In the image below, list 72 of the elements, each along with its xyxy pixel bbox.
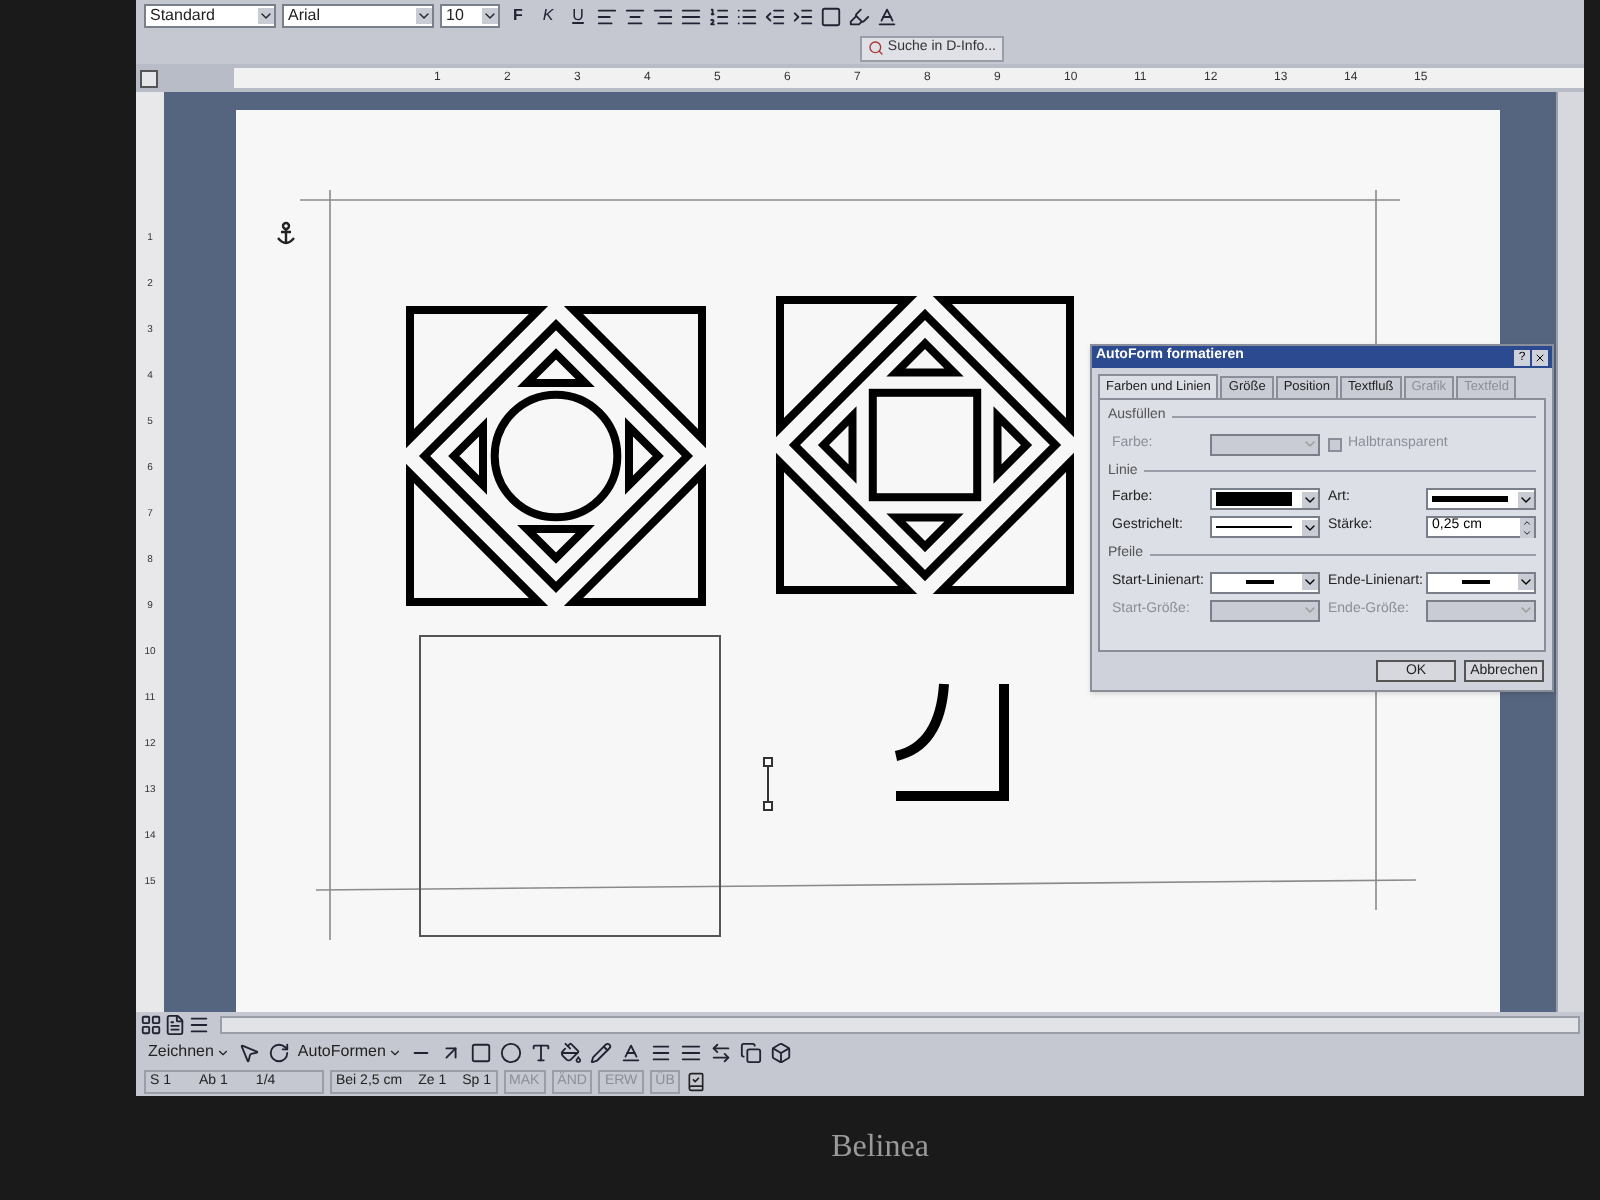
caret-icon	[482, 8, 498, 24]
dash-style-icon[interactable]	[679, 1041, 702, 1063]
size-dropdown[interactable]: 10	[440, 4, 500, 28]
format-button[interactable]: K	[536, 4, 560, 28]
dropdown[interactable]	[1426, 571, 1536, 593]
bullet-list-icon[interactable]	[736, 5, 758, 27]
format-button[interactable]: U	[566, 4, 590, 28]
close-button[interactable]	[1532, 349, 1548, 365]
horizontal-scrollbar[interactable]	[220, 1015, 1580, 1033]
three-d-icon[interactable]	[769, 1041, 792, 1063]
line-sample	[1245, 580, 1273, 584]
caret-icon	[1302, 436, 1318, 452]
shadow-icon[interactable]	[739, 1041, 762, 1063]
indent-icon[interactable]	[792, 5, 814, 27]
search-icon	[867, 40, 884, 56]
numbered-list-icon[interactable]	[708, 5, 730, 27]
caret-icon	[258, 8, 274, 24]
line-sample	[1461, 580, 1489, 584]
line-sample	[1216, 526, 1293, 528]
text-box-icon[interactable]	[529, 1041, 552, 1063]
tab-stop-icon[interactable]	[140, 69, 158, 87]
align-left-icon[interactable]	[596, 5, 618, 27]
font-dropdown[interactable]: Arial	[282, 4, 434, 28]
vertical-scrollbar[interactable]	[1556, 92, 1584, 1012]
font-color-icon[interactable]	[876, 5, 898, 27]
caret-icon	[1518, 602, 1534, 618]
caret-icon	[1518, 574, 1534, 590]
dropdown[interactable]	[1426, 488, 1536, 510]
caret-icon	[1302, 602, 1318, 618]
style-dropdown[interactable]: Standard	[144, 4, 276, 28]
outline-view-icon[interactable]	[188, 1013, 210, 1035]
rotate-icon[interactable]	[267, 1041, 290, 1063]
caret-icon	[1302, 574, 1318, 590]
color-swatch	[1216, 492, 1293, 506]
dropdown[interactable]	[1210, 488, 1320, 510]
line-style-icon[interactable]	[649, 1041, 672, 1063]
outdent-icon[interactable]	[764, 5, 786, 27]
draw-menu-button[interactable]: Zeichnen	[148, 1040, 230, 1064]
spin-down-icon[interactable]	[1520, 527, 1534, 537]
dropdown[interactable]	[1210, 571, 1320, 593]
close-icon	[1534, 351, 1546, 363]
align-center-icon[interactable]	[624, 5, 646, 27]
anchor-icon	[276, 221, 296, 246]
arrow-tool-icon[interactable]	[439, 1041, 462, 1063]
format-button[interactable]: F	[506, 4, 530, 28]
monitor-brand: Belinea	[831, 1128, 929, 1168]
caret-icon	[1302, 491, 1318, 507]
arrow-style-icon[interactable]	[709, 1041, 732, 1063]
spin-up-icon[interactable]	[1520, 517, 1534, 527]
pointer-icon[interactable]	[237, 1041, 260, 1063]
rectangle-tool-icon[interactable]	[469, 1041, 492, 1063]
ellipse-tool-icon[interactable]	[499, 1041, 522, 1063]
line-color-icon[interactable]	[589, 1041, 612, 1063]
font-color-icon[interactable]	[619, 1041, 642, 1063]
border-icon[interactable]	[820, 5, 842, 27]
normal-view-icon[interactable]	[140, 1013, 162, 1035]
highlighter-icon[interactable]	[848, 5, 870, 27]
selected-line-shape[interactable]	[763, 757, 773, 811]
line-sample	[1432, 496, 1509, 502]
caret-icon	[387, 1045, 402, 1059]
corner-arc-shape	[894, 683, 1009, 801]
fill-color-icon[interactable]	[559, 1041, 582, 1063]
caret-icon	[1302, 519, 1318, 535]
spelling-icon[interactable]	[686, 1072, 707, 1092]
justify-icon[interactable]	[680, 5, 702, 27]
caret-icon	[215, 1045, 230, 1059]
caret-icon	[416, 8, 432, 24]
page-view-icon[interactable]	[164, 1013, 186, 1035]
autoshapes-menu-button[interactable]: AutoFormen	[297, 1040, 402, 1064]
dropdown[interactable]	[1210, 516, 1320, 538]
align-right-icon[interactable]	[652, 5, 674, 27]
caret-icon	[1518, 491, 1534, 507]
